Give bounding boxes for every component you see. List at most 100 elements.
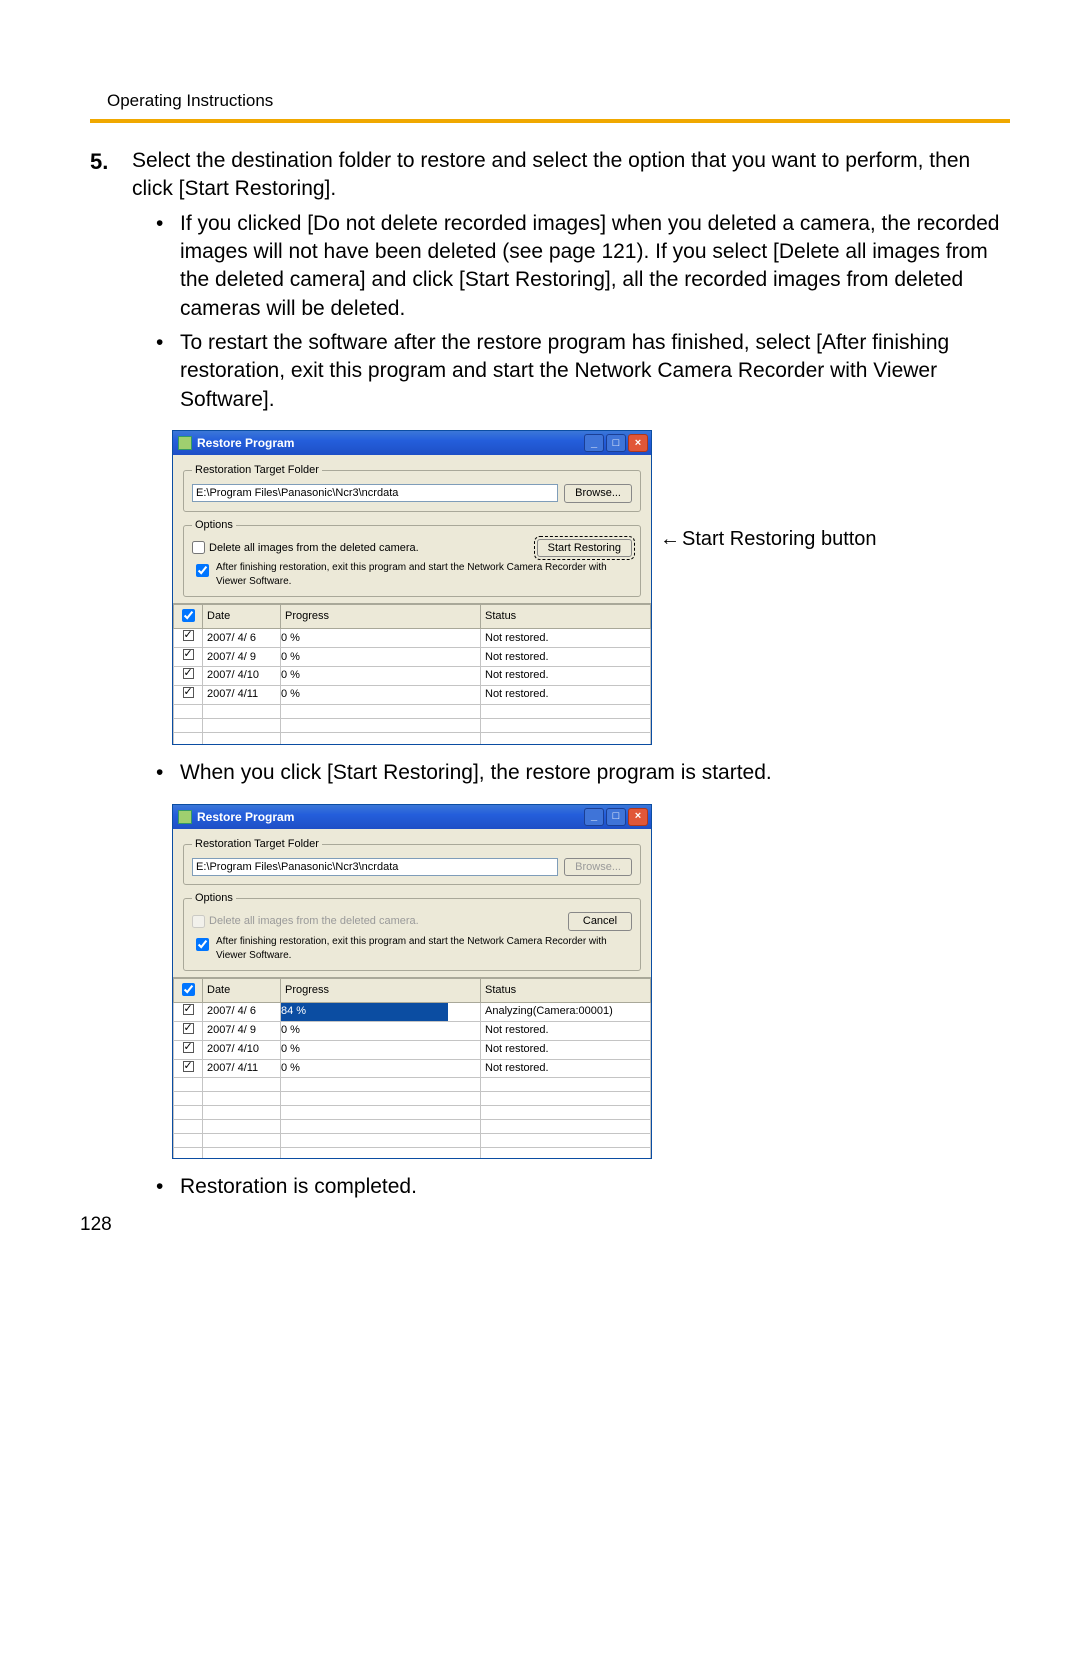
page-number: 128 [80, 1212, 112, 1238]
step-number: 5. [90, 147, 132, 1208]
row-status: Not restored. [481, 1059, 651, 1078]
table-row[interactable]: 2007/ 4/ 90 %Not restored. [174, 648, 651, 667]
running-header: Operating Instructions [107, 90, 1010, 113]
maximize-button[interactable]: □ [606, 808, 626, 826]
col-status[interactable]: Status [481, 605, 651, 629]
delete-images-checkbox-disabled: Delete all images from the deleted camer… [192, 914, 419, 929]
minimize-button[interactable]: _ [584, 434, 604, 452]
window-title: Restore Program [197, 809, 294, 825]
start-restoring-annotation: ←Start Restoring button [660, 526, 877, 553]
row-date: 2007/ 4/ 6 [203, 629, 281, 648]
row-progress: 0 % [281, 1021, 481, 1040]
table-row[interactable]: 2007/ 4/100 %Not restored. [174, 1040, 651, 1059]
row-checkbox[interactable] [183, 1042, 194, 1053]
restore-window-running: Restore Program _ □ × Restoration Target… [172, 804, 652, 1159]
row-date: 2007/ 4/11 [203, 685, 281, 704]
step-sub-bullets: If you clicked [Do not delete recorded i… [156, 210, 1010, 414]
delete-images-checkbox[interactable]: Delete all images from the deleted camer… [192, 541, 419, 556]
row-progress: 0 % [281, 666, 481, 685]
row-checkbox[interactable] [183, 1061, 194, 1072]
browse-button-disabled: Browse... [564, 858, 632, 877]
row-date: 2007/ 4/10 [203, 1040, 281, 1059]
options-group: Options Delete all images from the delet… [183, 518, 641, 598]
app-icon [178, 436, 192, 450]
table-row-empty [174, 732, 651, 744]
select-all-checkbox[interactable] [182, 983, 195, 996]
bullet-1: If you clicked [Do not delete recorded i… [156, 210, 1010, 323]
row-progress: 0 % [281, 1059, 481, 1078]
row-checkbox[interactable] [183, 668, 194, 679]
bullet-end: Restoration is completed. [156, 1173, 1010, 1201]
target-folder-legend: Restoration Target Folder [192, 463, 322, 478]
row-checkbox[interactable] [183, 1023, 194, 1034]
maximize-button[interactable]: □ [606, 434, 626, 452]
select-all-checkbox[interactable] [182, 609, 195, 622]
options-group: Options Delete all images from the delet… [183, 891, 641, 971]
table-row[interactable]: 2007/ 4/ 60 %Not restored. [174, 629, 651, 648]
restore-table: Date Progress Status 2007/ 4/ 60 %Not re… [173, 604, 651, 744]
row-checkbox[interactable] [183, 687, 194, 698]
close-button[interactable]: × [628, 434, 648, 452]
row-progress: 0 % [281, 685, 481, 704]
table-row-empty [174, 1078, 651, 1092]
delete-images-label: Delete all images from the deleted camer… [209, 914, 419, 929]
table-row-empty [174, 1092, 651, 1106]
arrow-left-icon: ← [660, 526, 680, 553]
start-restoring-button[interactable]: Start Restoring [537, 539, 632, 558]
col-status[interactable]: Status [481, 979, 651, 1003]
col-date[interactable]: Date [203, 605, 281, 629]
row-checkbox[interactable] [183, 630, 194, 641]
target-folder-group: Restoration Target Folder Browse... [183, 837, 641, 886]
row-status: Not restored. [481, 648, 651, 667]
options-legend: Options [192, 518, 236, 533]
row-progress: 0 % [281, 648, 481, 667]
restore-window-before: Restore Program _ □ × Restoration Target… [172, 430, 652, 745]
row-progress: 84 % [281, 1002, 481, 1021]
after-finish-checkbox[interactable] [196, 564, 209, 577]
row-checkbox[interactable] [183, 649, 194, 660]
app-icon [178, 810, 192, 824]
row-status: Not restored. [481, 1040, 651, 1059]
row-status: Not restored. [481, 666, 651, 685]
row-progress: 0 % [281, 1040, 481, 1059]
bullet-mid: When you click [Start Restoring], the re… [156, 759, 1010, 787]
row-date: 2007/ 4/11 [203, 1059, 281, 1078]
col-progress[interactable]: Progress [281, 605, 481, 629]
after-finish-label: After finishing restoration, exit this p… [216, 935, 632, 962]
restore-table: Date Progress Status 2007/ 4/ 684 %Analy… [173, 978, 651, 1158]
col-date[interactable]: Date [203, 979, 281, 1003]
row-status: Analyzing(Camera:00001) [481, 1002, 651, 1021]
table-row-empty [174, 1148, 651, 1158]
step-text: Select the destination folder to restore… [132, 147, 1010, 204]
row-status: Not restored. [481, 629, 651, 648]
table-row[interactable]: 2007/ 4/100 %Not restored. [174, 666, 651, 685]
col-progress[interactable]: Progress [281, 979, 481, 1003]
row-status: Not restored. [481, 1021, 651, 1040]
options-legend: Options [192, 891, 236, 906]
table-row-empty [174, 718, 651, 732]
minimize-button[interactable]: _ [584, 808, 604, 826]
path-input[interactable] [192, 858, 558, 876]
row-progress: 0 % [281, 629, 481, 648]
row-checkbox[interactable] [183, 1004, 194, 1015]
table-row[interactable]: 2007/ 4/110 %Not restored. [174, 685, 651, 704]
table-row-empty [174, 1106, 651, 1120]
delete-images-label: Delete all images from the deleted camer… [209, 541, 419, 556]
after-finish-label: After finishing restoration, exit this p… [216, 561, 632, 588]
row-status: Not restored. [481, 685, 651, 704]
table-row-empty [174, 704, 651, 718]
table-row[interactable]: 2007/ 4/ 684 %Analyzing(Camera:00001) [174, 1002, 651, 1021]
cancel-button[interactable]: Cancel [568, 912, 632, 931]
path-input[interactable] [192, 484, 558, 502]
window-title: Restore Program [197, 435, 294, 451]
step-5: 5. Select the destination folder to rest… [90, 147, 1010, 1208]
table-row[interactable]: 2007/ 4/ 90 %Not restored. [174, 1021, 651, 1040]
table-row[interactable]: 2007/ 4/110 %Not restored. [174, 1059, 651, 1078]
titlebar[interactable]: Restore Program _ □ × [173, 431, 651, 455]
close-button[interactable]: × [628, 808, 648, 826]
browse-button[interactable]: Browse... [564, 484, 632, 503]
after-finish-checkbox[interactable] [196, 938, 209, 951]
target-folder-legend: Restoration Target Folder [192, 837, 322, 852]
bullet-2: To restart the software after the restor… [156, 329, 1010, 414]
titlebar[interactable]: Restore Program _ □ × [173, 805, 651, 829]
